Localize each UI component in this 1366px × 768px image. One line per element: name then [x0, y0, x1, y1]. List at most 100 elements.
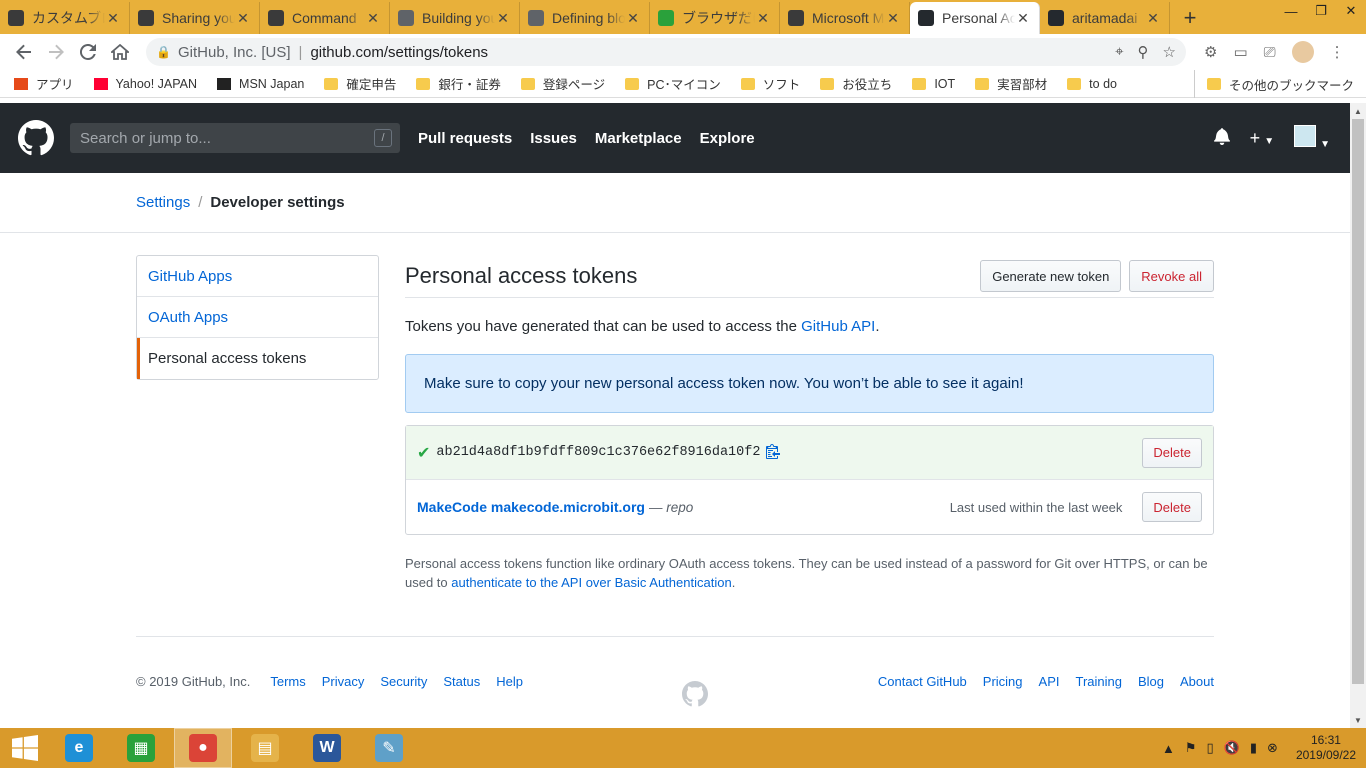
tab-close-icon[interactable]: ✕ [105, 10, 121, 27]
new-token-value[interactable]: ab21d4a8df1b9fdff809c1c376e62f8916da10f2 [436, 445, 760, 460]
page-scrollbar[interactable]: ▲ ▼ [1350, 103, 1366, 728]
nav-pull-requests[interactable]: Pull requests [418, 130, 512, 147]
browser-tab[interactable]: ブラウザだけで✕ [650, 2, 780, 34]
clipboard-copy-icon[interactable] [766, 443, 781, 462]
bookmark-item[interactable]: MSN Japan [217, 77, 304, 91]
footer-link-training[interactable]: Training [1076, 674, 1122, 689]
bookmark-item[interactable]: ソフト [740, 74, 800, 93]
notification-bell-icon[interactable] [1213, 127, 1230, 150]
footer-link-terms[interactable]: Terms [270, 674, 305, 689]
bookmark-star-icon[interactable]: ☆ [1163, 43, 1176, 61]
new-tab-button[interactable]: + [1170, 2, 1210, 34]
bookmark-item[interactable]: 登録ページ [520, 74, 605, 93]
back-button[interactable] [8, 36, 40, 68]
minimize-button[interactable]: — [1276, 0, 1306, 22]
breadcrumb-settings-link[interactable]: Settings [136, 194, 190, 211]
bookmark-item[interactable]: PC･マイコン [625, 74, 721, 93]
scroll-thumb[interactable] [1352, 119, 1364, 684]
menu-dots-icon[interactable]: ⋮ [1330, 43, 1345, 61]
home-button[interactable] [104, 36, 136, 68]
profile-avatar[interactable] [1291, 41, 1314, 63]
maximize-button[interactable]: ❐ [1306, 0, 1336, 22]
generate-new-token-button[interactable]: Generate new token [980, 260, 1122, 292]
footer-link-pricing[interactable]: Pricing [983, 674, 1023, 689]
nav-issues[interactable]: Issues [530, 130, 577, 147]
tab-close-icon[interactable]: ✕ [365, 10, 381, 27]
scroll-up-arrow-icon[interactable]: ▲ [1350, 103, 1366, 119]
github-mark-icon[interactable] [682, 681, 708, 707]
taskbar-app-notepad[interactable]: ✎ [360, 728, 418, 768]
bookmark-item[interactable]: to do [1067, 77, 1117, 91]
volume-muted-icon[interactable]: 🔇 [1224, 740, 1240, 756]
close-circle-icon[interactable]: ⊗ [1267, 740, 1278, 756]
basic-auth-link[interactable]: authenticate to the API over Basic Authe… [451, 575, 731, 590]
address-bar[interactable]: 🔒 GitHub, Inc. [US] | github.com/setting… [146, 38, 1186, 66]
browser-tab[interactable]: aritamadai ✕ [1040, 2, 1170, 34]
browser-tab[interactable]: Command ✕ [260, 2, 390, 34]
user-menu-dropdown[interactable]: ▼ [1294, 124, 1330, 152]
sidebar-item-personal-access-tokens[interactable]: Personal access tokens [137, 338, 378, 379]
bookmark-item[interactable]: アプリ [14, 74, 74, 93]
bookmark-item[interactable]: お役立ち [820, 74, 892, 93]
taskbar-app-explorer[interactable]: ▤ [236, 728, 294, 768]
delete-new-token-button[interactable]: Delete [1142, 437, 1202, 468]
browser-tab[interactable]: Sharing your ✕ [130, 2, 260, 34]
nav-explore[interactable]: Explore [700, 130, 755, 147]
footer-link-about[interactable]: About [1180, 674, 1214, 689]
tab-close-icon[interactable]: ✕ [1145, 10, 1161, 27]
lock-icon[interactable]: 🔒 [156, 45, 171, 59]
extension-chat-icon[interactable]: ▭ [1233, 43, 1247, 61]
github-api-link[interactable]: GitHub API [801, 318, 875, 335]
browser-tab[interactable]: Microsoft M ✕ [780, 2, 910, 34]
tray-arrow-icon[interactable]: ▲ [1162, 741, 1175, 756]
zoom-icon[interactable]: ⚲ [1138, 43, 1149, 61]
bookmark-item[interactable]: 確定申告 [324, 74, 396, 93]
taskbar-app-chrome[interactable]: ● [174, 728, 232, 768]
footer-link-api[interactable]: API [1039, 674, 1060, 689]
tab-close-icon[interactable]: ✕ [495, 10, 511, 27]
flag-icon[interactable]: ⚑ [1185, 740, 1197, 756]
nav-marketplace[interactable]: Marketplace [595, 130, 682, 147]
other-bookmarks[interactable]: その他のブックマーク [1193, 70, 1354, 98]
taskbar-app-word[interactable]: W [298, 728, 356, 768]
start-button[interactable] [0, 728, 50, 768]
browser-tab[interactable]: Defining blocks✕ [520, 2, 650, 34]
footer-link-help[interactable]: Help [496, 674, 523, 689]
browser-tab[interactable]: Personal Access✕ [910, 2, 1040, 34]
taskbar-app-ie[interactable]: e [50, 728, 108, 768]
bookmark-item[interactable]: 実習部材 [975, 74, 1047, 93]
browser-tab[interactable]: Building your ✕ [390, 2, 520, 34]
translate-icon[interactable]: ⌖ [1115, 43, 1123, 61]
token-name-link[interactable]: MakeCode makecode.microbit.org [417, 499, 645, 515]
cast-icon[interactable]: ⎚ [1264, 44, 1276, 61]
sidebar-item-oauth-apps[interactable]: OAuth Apps [137, 297, 378, 338]
reload-button[interactable] [72, 36, 104, 68]
window-close-button[interactable]: ✕ [1336, 0, 1366, 22]
tab-close-icon[interactable]: ✕ [1015, 10, 1031, 27]
system-clock[interactable]: 16:31 2019/09/22 [1296, 733, 1356, 763]
device-icon[interactable]: ▯ [1207, 740, 1214, 756]
taskbar-app-store[interactable]: ▦ [112, 728, 170, 768]
footer-link-contact-github[interactable]: Contact GitHub [878, 674, 967, 689]
extension-gear-icon[interactable]: ⚙ [1204, 43, 1217, 61]
tab-close-icon[interactable]: ✕ [235, 10, 251, 27]
network-icon[interactable]: ▮ [1250, 740, 1257, 756]
bookmark-item[interactable]: Yahoo! JAPAN [93, 77, 197, 91]
footer-link-security[interactable]: Security [380, 674, 427, 689]
tab-close-icon[interactable]: ✕ [755, 10, 771, 27]
url-text[interactable]: github.com/settings/tokens [310, 44, 1115, 61]
bookmark-item[interactable]: IOT [912, 77, 955, 91]
revoke-all-button[interactable]: Revoke all [1129, 260, 1214, 292]
footer-link-privacy[interactable]: Privacy [322, 674, 365, 689]
sidebar-item-github-apps[interactable]: GitHub Apps [137, 256, 378, 297]
delete-token-button[interactable]: Delete [1142, 492, 1202, 522]
bookmark-item[interactable]: 銀行・証券 [416, 74, 501, 93]
create-new-dropdown[interactable]: + ▼ [1250, 128, 1274, 149]
footer-link-blog[interactable]: Blog [1138, 674, 1164, 689]
footer-link-status[interactable]: Status [443, 674, 480, 689]
tab-close-icon[interactable]: ✕ [885, 10, 901, 27]
tab-close-icon[interactable]: ✕ [625, 10, 641, 27]
browser-tab[interactable]: カスタムブロック✕ [0, 2, 130, 34]
scroll-down-arrow-icon[interactable]: ▼ [1350, 712, 1366, 728]
github-logo-icon[interactable] [18, 120, 54, 156]
